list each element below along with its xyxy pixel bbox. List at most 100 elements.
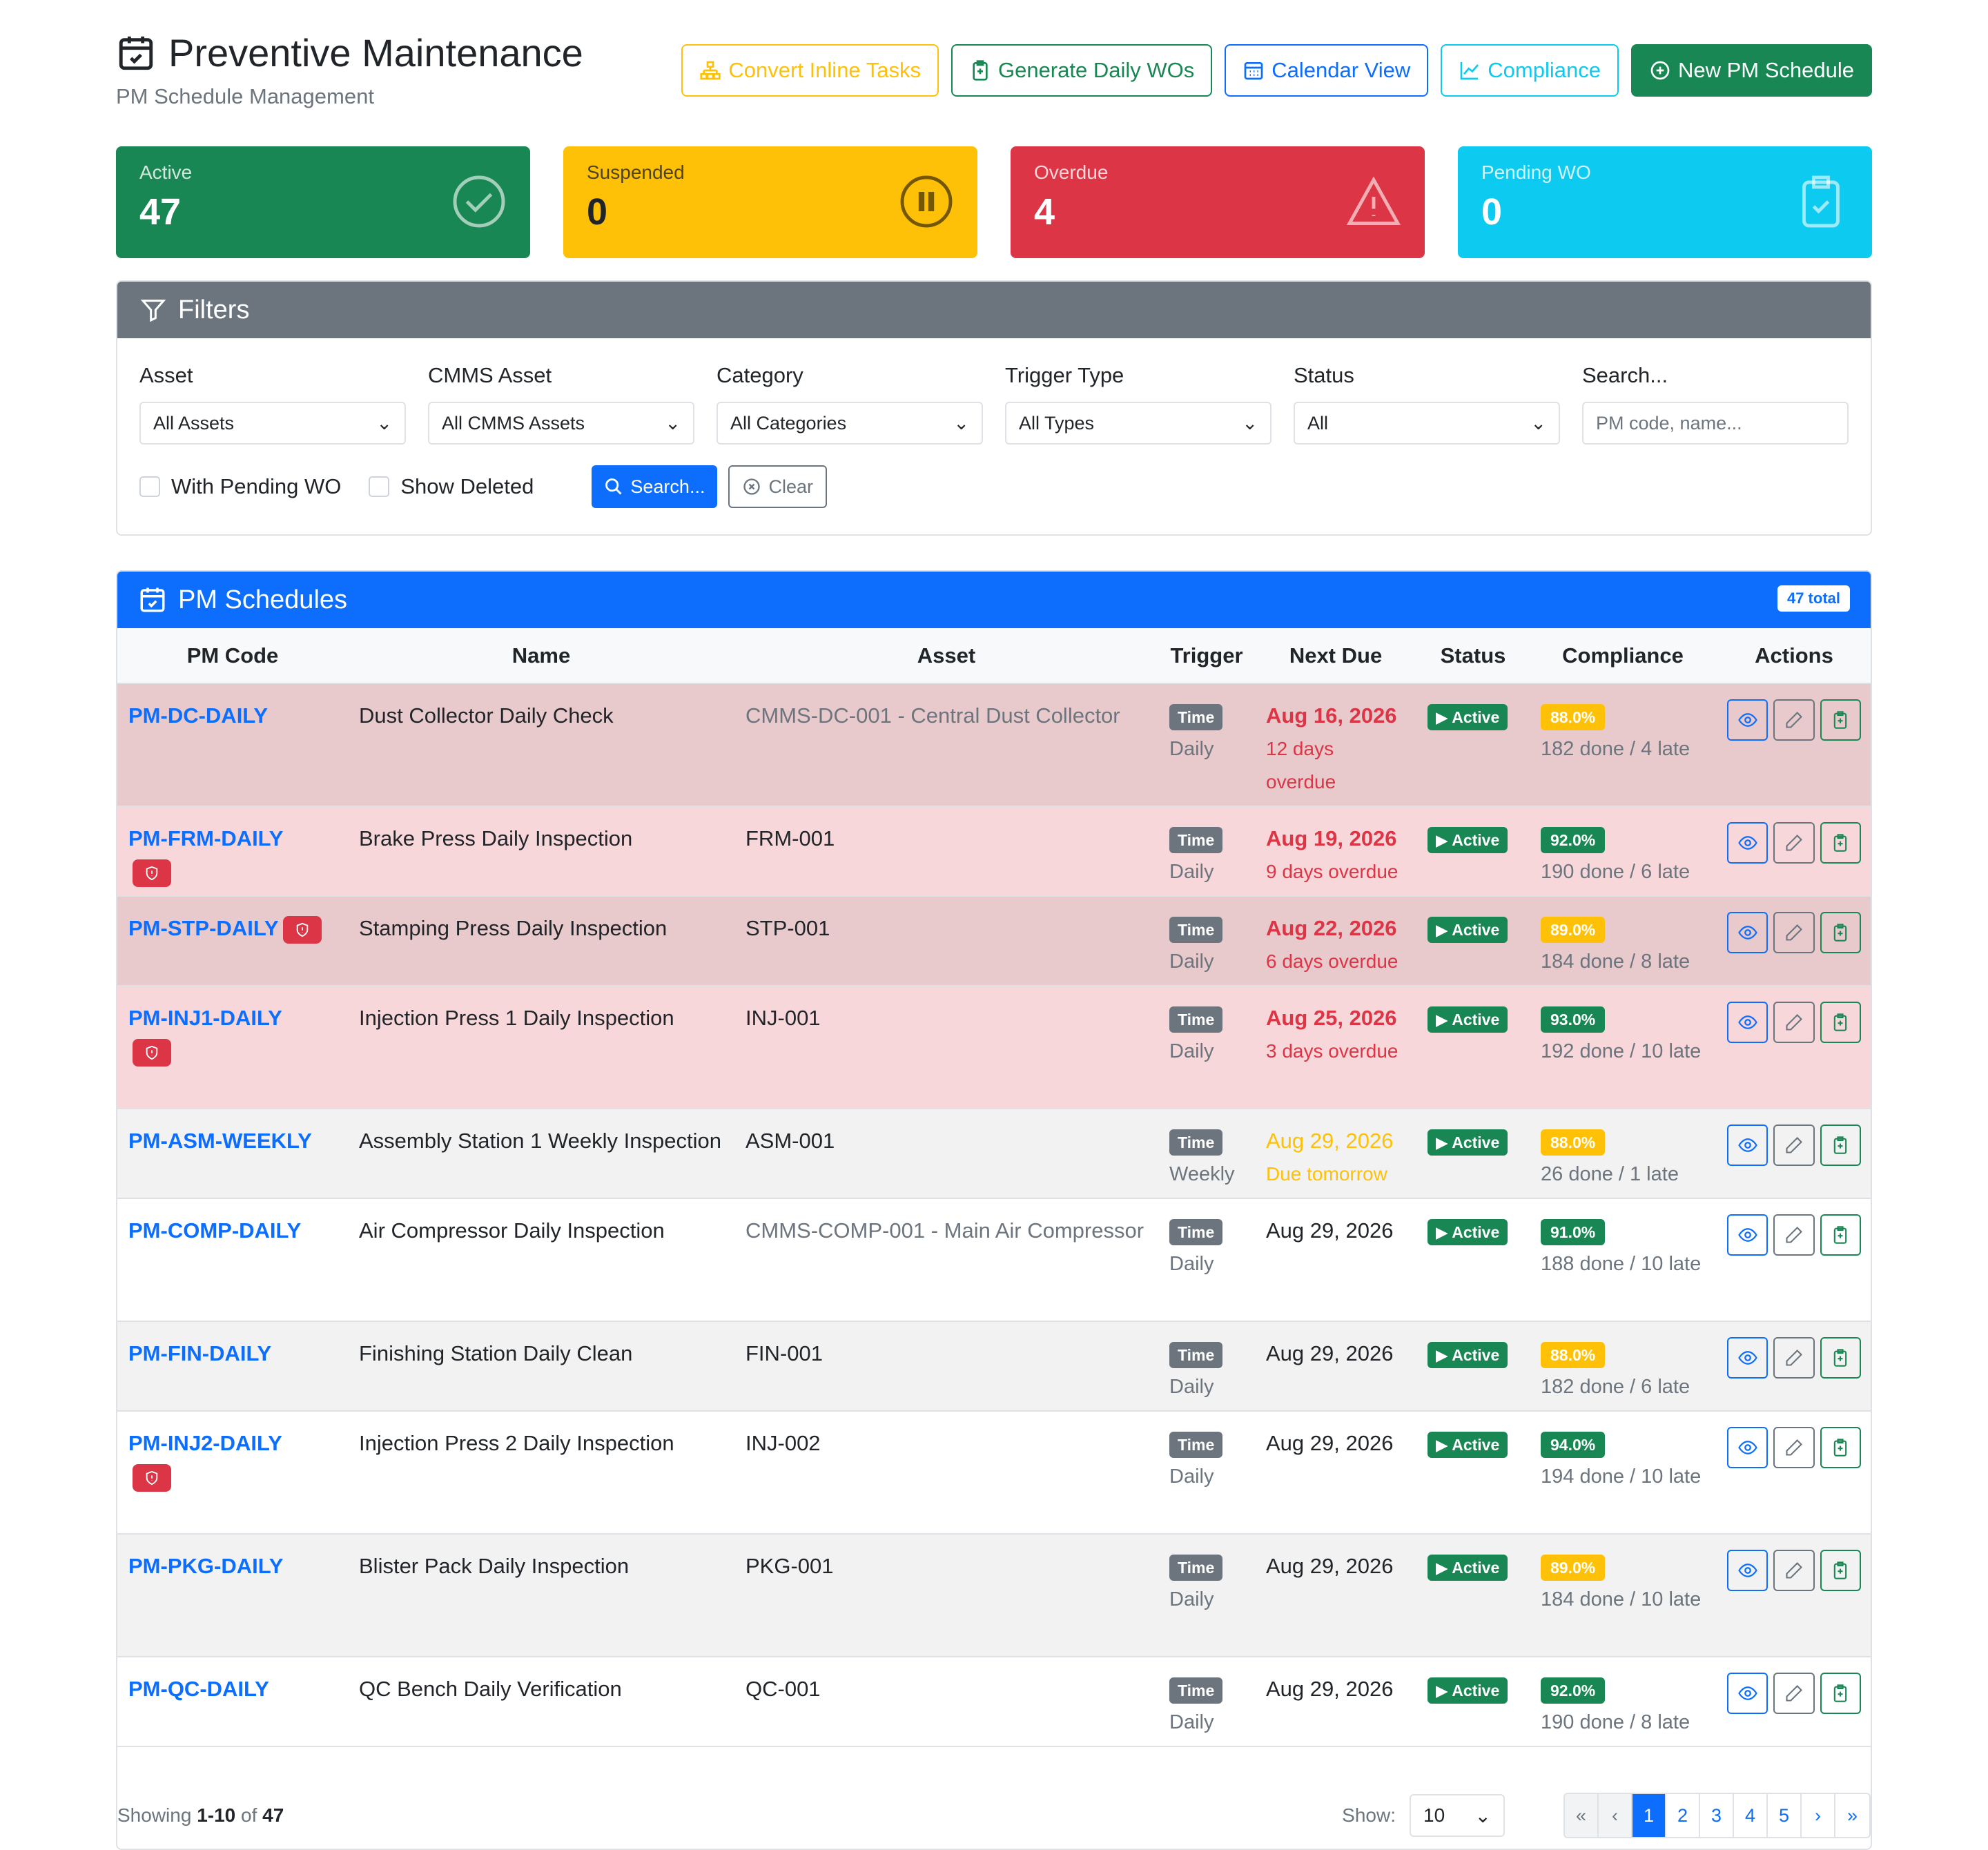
view-button[interactable] — [1727, 1002, 1768, 1043]
search-button[interactable]: Search... — [592, 465, 718, 508]
next-due-cell: Aug 29, 2026 — [1255, 1657, 1416, 1747]
view-button[interactable] — [1727, 699, 1768, 741]
table-row[interactable]: PM-FRM-DAILY Brake Press Daily Inspectio… — [117, 806, 1871, 897]
checkbox-box[interactable] — [139, 476, 160, 497]
edit-button[interactable] — [1773, 1427, 1815, 1468]
table-row[interactable]: PM-DC-DAILY Dust Collector Daily Check C… — [117, 683, 1871, 807]
pm-code-link[interactable]: PM-FIN-DAILY — [128, 1341, 271, 1365]
table-row[interactable]: PM-STP-DAILY Stamping Press Daily Inspec… — [117, 896, 1871, 986]
edit-button[interactable] — [1773, 1214, 1815, 1256]
create-wo-button[interactable] — [1820, 1337, 1861, 1379]
cmms-asset-select[interactable]: All CMMS Assets ⌄ — [428, 402, 694, 445]
table-row[interactable]: PM-QC-DAILY QC Bench Daily Verification … — [117, 1657, 1871, 1747]
create-wo-button[interactable] — [1820, 1673, 1861, 1714]
pm-code-link[interactable]: PM-COMP-DAILY — [128, 1218, 301, 1243]
due-note: 9 days overdue — [1266, 861, 1399, 882]
calendar-check-icon — [140, 587, 165, 612]
column-header[interactable]: PM Code — [117, 628, 348, 684]
first-page-button[interactable]: « — [1565, 1794, 1599, 1837]
table-row[interactable]: PM-COMP-DAILY Air Compressor Daily Inspe… — [117, 1198, 1871, 1322]
create-wo-button[interactable] — [1820, 1550, 1861, 1591]
page-button[interactable]: 2 — [1666, 1794, 1700, 1837]
column-header[interactable]: Trigger — [1158, 628, 1255, 684]
edit-button[interactable] — [1773, 699, 1815, 741]
search-input[interactable]: PM code, name... — [1582, 402, 1849, 445]
generate-daily-wos-button[interactable]: Generate Daily WOs — [951, 44, 1213, 97]
pm-code-link[interactable]: PM-INJ2-DAILY — [128, 1431, 282, 1455]
column-header[interactable]: Compliance — [1530, 628, 1716, 684]
view-button[interactable] — [1727, 1337, 1768, 1379]
new-pm-schedule-button[interactable]: New PM Schedule — [1630, 44, 1872, 97]
pm-schedules-header: PM Schedules 47 total — [117, 572, 1871, 628]
create-wo-button[interactable] — [1820, 822, 1861, 864]
edit-button[interactable] — [1773, 1673, 1815, 1714]
compliance-badge: 92.0% — [1541, 827, 1606, 853]
view-button[interactable] — [1727, 1427, 1768, 1468]
edit-button[interactable] — [1773, 1002, 1815, 1043]
edit-button[interactable] — [1773, 1337, 1815, 1379]
show-deleted-checkbox[interactable]: Show Deleted — [369, 474, 534, 499]
column-header[interactable]: Next Due — [1255, 628, 1416, 684]
convert-inline-tasks-button[interactable]: Convert Inline Tasks — [681, 44, 939, 97]
asset-select[interactable]: All Assets ⌄ — [139, 402, 406, 445]
edit-button[interactable] — [1773, 1550, 1815, 1591]
chevron-down-icon: ⌄ — [665, 412, 681, 434]
category-filter-label: Category — [717, 363, 803, 387]
table-row[interactable]: PM-INJ1-DAILY Injection Press 1 Daily In… — [117, 986, 1871, 1109]
checkbox-box[interactable] — [369, 476, 390, 497]
pm-code-link[interactable]: PM-STP-DAILY — [128, 916, 279, 940]
page-button[interactable]: 5 — [1768, 1794, 1802, 1837]
clear-button[interactable]: Clear — [728, 465, 827, 508]
prev-page-button[interactable]: ‹ — [1599, 1794, 1633, 1837]
page-size-select[interactable]: 10 ⌄ — [1410, 1794, 1505, 1837]
pm-code-link[interactable]: PM-INJ1-DAILY — [128, 1006, 282, 1030]
table-row[interactable]: PM-INJ2-DAILY Injection Press 2 Daily In… — [117, 1411, 1871, 1535]
last-page-button[interactable]: » — [1835, 1794, 1869, 1837]
status-select[interactable]: All ⌄ — [1294, 402, 1560, 445]
frequency-text: Daily — [1169, 1588, 1214, 1610]
create-wo-button[interactable] — [1820, 1214, 1861, 1256]
view-button[interactable] — [1727, 1673, 1768, 1714]
clipboard-plus-icon — [1834, 1561, 1847, 1579]
pm-code-link[interactable]: PM-QC-DAILY — [128, 1677, 269, 1701]
stat-card-suspended: Suspended 0 — [563, 146, 977, 258]
table-row[interactable]: PM-ASM-WEEKLY Assembly Station 1 Weekly … — [117, 1109, 1871, 1199]
pm-code-link[interactable]: PM-DC-DAILY — [128, 703, 268, 728]
column-header[interactable]: Status — [1416, 628, 1530, 684]
compliance-counts: 194 done / 10 late — [1541, 1466, 1702, 1488]
table-row[interactable]: PM-FIN-DAILY Finishing Station Daily Cle… — [117, 1321, 1871, 1412]
category-select[interactable]: All Categories ⌄ — [717, 402, 983, 445]
create-wo-button[interactable] — [1820, 1124, 1861, 1166]
pm-code-cell: PM-FRM-DAILY — [117, 806, 348, 897]
edit-button[interactable] — [1773, 822, 1815, 864]
view-button[interactable] — [1727, 912, 1768, 953]
pm-code-link[interactable]: PM-ASM-WEEKLY — [128, 1129, 312, 1153]
pm-code-link[interactable]: PM-FRM-DAILY — [128, 826, 283, 850]
next-page-button[interactable]: › — [1802, 1794, 1835, 1837]
create-wo-button[interactable] — [1820, 1002, 1861, 1043]
view-button[interactable] — [1727, 822, 1768, 864]
create-wo-button[interactable] — [1820, 912, 1861, 953]
due-note: Due tomorrow — [1266, 1163, 1387, 1185]
compliance-button[interactable]: Compliance — [1441, 44, 1619, 97]
create-wo-button[interactable] — [1820, 1427, 1861, 1468]
trigger-type-select[interactable]: All Types ⌄ — [1005, 402, 1271, 445]
view-button[interactable] — [1727, 1214, 1768, 1256]
edit-button[interactable] — [1773, 1124, 1815, 1166]
calendar-view-button[interactable]: Calendar View — [1225, 44, 1429, 97]
pm-code-link[interactable]: PM-PKG-DAILY — [128, 1554, 283, 1578]
create-wo-button[interactable] — [1820, 699, 1861, 741]
view-button[interactable] — [1727, 1124, 1768, 1166]
name-cell: QC Bench Daily Verification — [348, 1657, 734, 1747]
with-pending-wo-checkbox[interactable]: With Pending WO — [139, 474, 341, 499]
page-button[interactable]: 3 — [1700, 1794, 1734, 1837]
page-button[interactable]: 1 — [1633, 1794, 1666, 1837]
column-header[interactable]: Name — [348, 628, 734, 684]
trigger-cell: Time Daily — [1158, 806, 1255, 897]
page-button[interactable]: 4 — [1734, 1794, 1768, 1837]
column-header[interactable]: Asset — [734, 628, 1158, 684]
table-row[interactable]: PM-PKG-DAILY Blister Pack Daily Inspecti… — [117, 1534, 1871, 1657]
edit-button[interactable] — [1773, 912, 1815, 953]
asset-filter-label: Asset — [139, 363, 193, 387]
view-button[interactable] — [1727, 1550, 1768, 1591]
